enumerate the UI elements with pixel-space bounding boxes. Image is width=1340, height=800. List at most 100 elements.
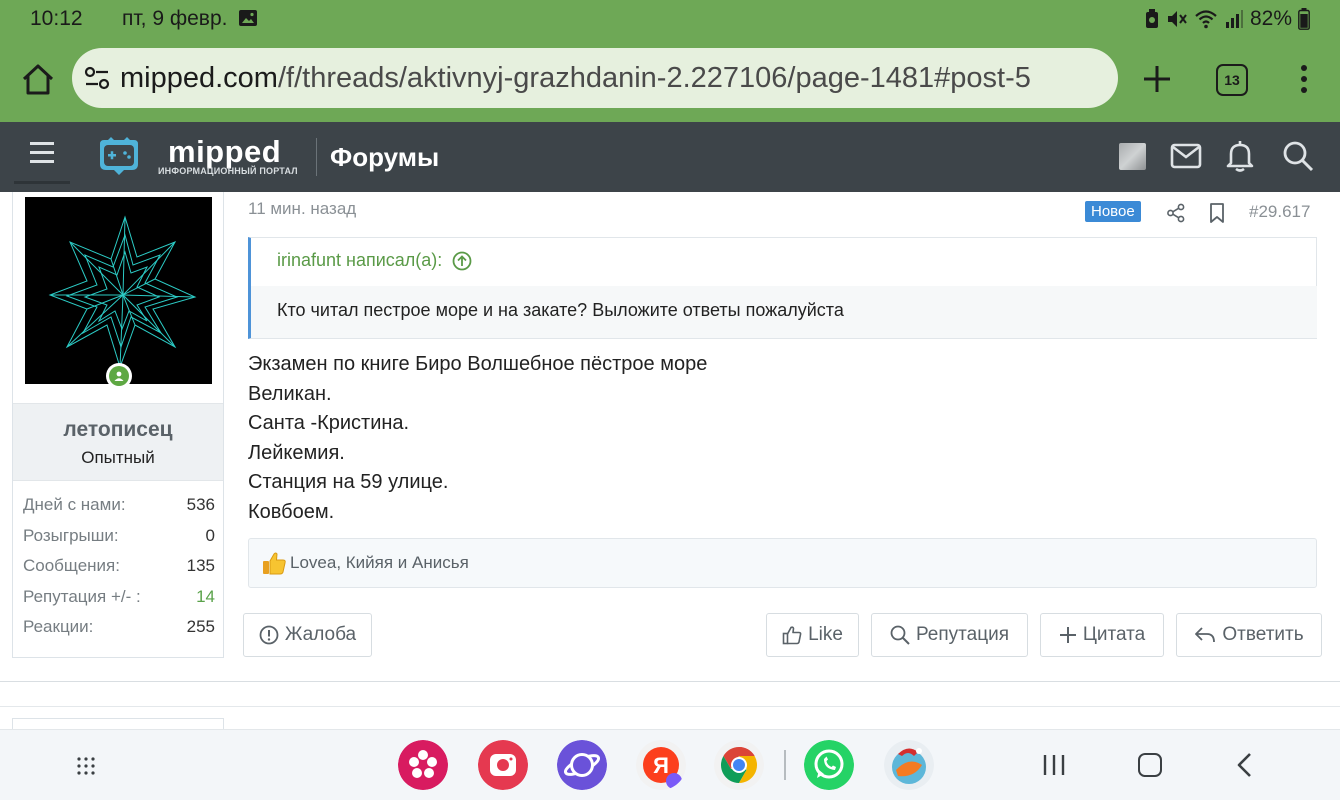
quote-body: Кто читал пестрое море и на закате? Выло…	[251, 286, 1317, 338]
gallery-app-icon[interactable]	[398, 740, 448, 790]
android-taskbar: Я	[0, 729, 1340, 800]
stat-label: Сообщения:	[23, 556, 120, 575]
search-icon	[890, 625, 910, 645]
post-line: Санта -Кристина.	[248, 412, 410, 434]
bookmark-icon[interactable]	[1208, 202, 1226, 224]
status-icons: 82%	[1144, 7, 1310, 31]
wifi-icon	[1195, 10, 1217, 29]
reply-label: Ответить	[1222, 624, 1304, 645]
account-avatar[interactable]	[1119, 143, 1146, 170]
username-link[interactable]: летописец	[13, 418, 223, 442]
search-icon[interactable]	[1282, 140, 1314, 172]
post-divider	[0, 681, 1340, 682]
taskbar-separator	[784, 750, 786, 780]
stat-value: 135	[186, 556, 215, 575]
stat-value: 0	[205, 525, 215, 545]
post-author-panel: летописец Опытный Дней с нами: 536 Розыгр…	[12, 192, 224, 658]
signal-icon	[1225, 10, 1243, 28]
next-post-top	[0, 706, 1340, 707]
url-text: mipped.com/f/threads/aktivnyj-grazhdanin…	[120, 62, 1031, 95]
like-button[interactable]: Like	[766, 613, 859, 657]
online-status-badge	[106, 363, 132, 389]
quote-author-link[interactable]: irinafunt написал(а):	[277, 250, 472, 271]
post-line: Лейкемия.	[248, 441, 345, 464]
reputation-button[interactable]: Репутация	[871, 613, 1028, 657]
stat-label: Реакции:	[23, 617, 94, 636]
battery-icon	[1298, 8, 1310, 30]
stat-row: Реакции: 255	[23, 617, 215, 648]
home-icon[interactable]	[18, 60, 58, 100]
samsung-internet-app-icon[interactable]	[557, 740, 607, 790]
recents-nav-icon[interactable]	[1042, 753, 1066, 777]
section-title[interactable]: Форумы	[330, 142, 439, 173]
site-settings-icon[interactable]	[84, 66, 110, 90]
post-line: Станция на 59 улице.	[248, 471, 449, 493]
logo-subtitle: ИНФОРМАЦИОННЫЙ ПОРТАЛ	[158, 166, 298, 176]
reactions-bar[interactable]: Lovea, Кийяя и Анисья	[248, 538, 1317, 588]
stat-label: Репутация +/- :	[23, 586, 141, 606]
stat-row: Сообщения: 135	[23, 556, 215, 587]
status-date: пт, 9 февр.	[122, 7, 228, 30]
alert-circle-icon	[259, 625, 279, 645]
stat-row: Дней с нами: 536	[23, 495, 215, 526]
mail-icon[interactable]	[1170, 142, 1202, 170]
logo-text[interactable]: mipped	[168, 134, 281, 170]
svg-text:Я: Я	[653, 753, 669, 778]
avatar-star-image	[48, 215, 197, 369]
camera-app-icon[interactable]	[478, 740, 528, 790]
user-name-block: летописец Опытный	[13, 403, 223, 481]
user-avatar[interactable]	[25, 197, 212, 384]
report-button[interactable]: Жалоба	[243, 613, 372, 657]
mute-icon	[1167, 11, 1187, 27]
reply-icon	[1195, 627, 1216, 643]
browser-toolbar: mipped.com/f/threads/aktivnyj-grazhdanin…	[0, 40, 1340, 122]
thumbs-up-icon	[782, 626, 802, 645]
more-menu-icon[interactable]	[1292, 62, 1316, 96]
quote-button[interactable]: Цитата	[1040, 613, 1164, 657]
user-stats: Дней с нами: 536 Розыгрыши: 0 Сообщения: 13…	[23, 495, 215, 648]
site-header: mipped ИНФОРМАЦИОННЫЙ ПОРТАЛ Форумы	[0, 122, 1340, 192]
arrow-up-circle-icon[interactable]	[452, 251, 472, 271]
address-bar[interactable]: mipped.com/f/threads/aktivnyj-grazhdanin…	[72, 48, 1118, 108]
stat-value: 536	[186, 495, 215, 514]
new-tab-icon[interactable]	[1140, 62, 1174, 96]
stat-row: Розыгрыши: 0	[23, 526, 215, 557]
post-number-link[interactable]: #29.617	[1249, 202, 1310, 222]
yandex-app-icon[interactable]: Я	[636, 740, 686, 790]
quote-block: irinafunt написал(а): Кто читал пестрое …	[248, 237, 1317, 339]
reactions-users[interactable]: Lovea, Кийяя и Анисья	[290, 553, 469, 573]
thumbs-up-reaction-icon	[263, 552, 286, 575]
stat-value: 14	[196, 586, 215, 606]
post-time-link[interactable]: 11 мин. назад	[248, 199, 356, 219]
battery-saver-icon	[1145, 9, 1158, 28]
battery-percent: 82%	[1249, 7, 1292, 30]
stat-label: Розыгрыши:	[23, 525, 119, 545]
tab-switcher-button[interactable]: 13	[1216, 64, 1248, 96]
plus-icon	[1059, 627, 1076, 643]
status-bar: 10:12 пт, 9 февр. 82%	[0, 0, 1340, 40]
chrome-app-icon[interactable]	[714, 740, 764, 790]
menu-button[interactable]	[14, 122, 70, 184]
header-divider	[316, 138, 317, 176]
user-icon	[114, 371, 124, 381]
report-label: Жалоба	[284, 624, 357, 645]
quote-author: irinafunt написал(а):	[277, 250, 443, 270]
thread-content: летописец Опытный Дней с нами: 536 Розыгр…	[0, 192, 1340, 729]
back-nav-icon[interactable]	[1236, 752, 1254, 778]
home-nav-button[interactable]	[1138, 753, 1162, 777]
app-drawer-icon[interactable]	[76, 756, 96, 776]
url-path: /f/threads/aktivnyj-grazhdanin-2.227106/…	[277, 62, 1031, 94]
whatsapp-app-icon[interactable]	[804, 740, 854, 790]
bell-icon[interactable]	[1226, 140, 1254, 172]
gamepad-logo-icon[interactable]	[94, 136, 144, 176]
stat-value: 255	[186, 617, 215, 636]
status-time: 10:12	[30, 7, 83, 30]
url-domain: mipped.com	[120, 62, 278, 94]
game-launcher-app-icon[interactable]	[884, 740, 934, 790]
next-post-author-panel	[12, 718, 224, 729]
reply-button[interactable]: Ответить	[1176, 613, 1322, 657]
gallery-notification-icon	[239, 10, 257, 26]
post-line: Великан.	[248, 382, 332, 405]
share-icon[interactable]	[1166, 203, 1186, 223]
new-badge: Новое	[1085, 201, 1141, 222]
